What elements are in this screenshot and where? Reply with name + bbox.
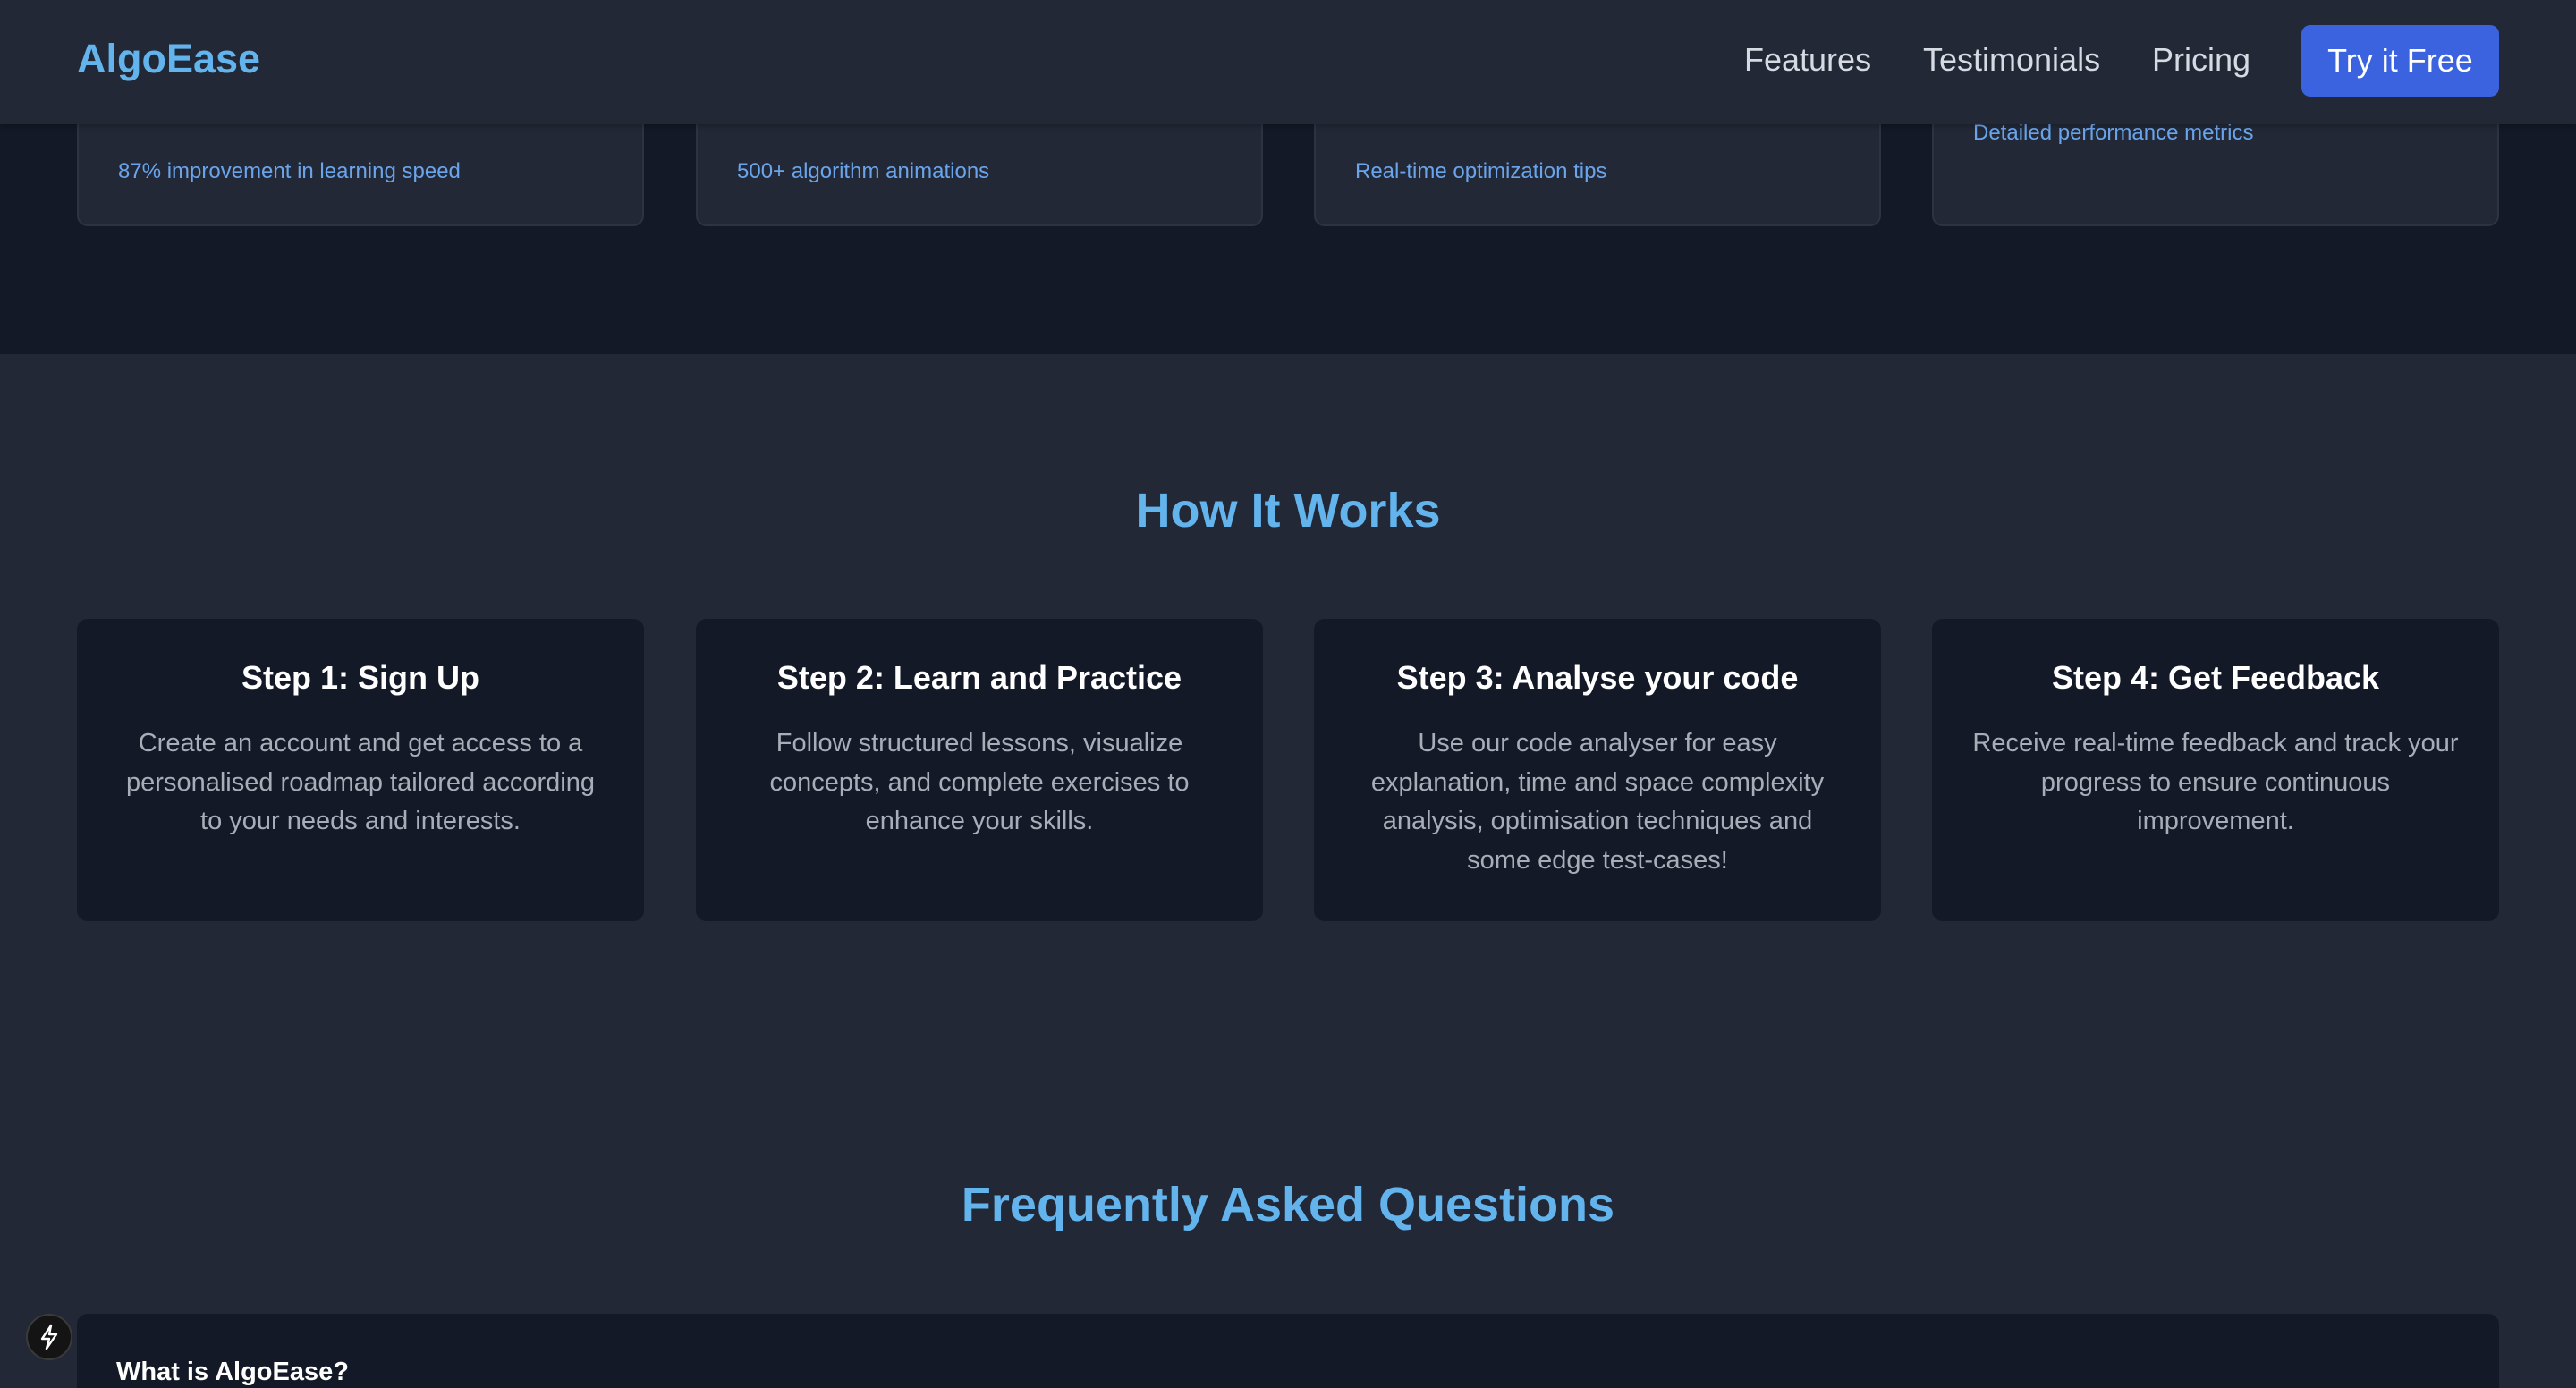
brand-logo[interactable]: AlgoEase: [77, 36, 260, 82]
step-title: Step 3: Analyse your code: [1396, 659, 1799, 696]
how-it-works-title: How It Works: [1135, 484, 1441, 537]
try-it-free-button[interactable]: Try it Free: [2301, 25, 2499, 97]
step-card: Step 2: Learn and Practice Follow struct…: [696, 619, 1263, 921]
step-card: Step 3: Analyse your code Use our code a…: [1314, 619, 1881, 921]
step-description: Create an account and get access to a pe…: [126, 729, 595, 836]
feature-stat: 500+ algorithm animations: [737, 159, 990, 183]
step-card: Step 1: Sign Up Create an account and ge…: [77, 619, 644, 921]
step-card: Step 4: Get Feedback Receive real-time f…: [1932, 619, 2499, 921]
nav-link-testimonials[interactable]: Testimonials: [1923, 41, 2100, 79]
step-title: Step 4: Get Feedback: [2051, 659, 2380, 696]
feature-stat: Detailed performance metrics: [1973, 121, 2254, 145]
step-description: Receive real-time feedback and track you…: [1972, 729, 2459, 836]
step-title: Step 2: Learn and Practice: [776, 659, 1182, 696]
navbar: AlgoEase Features Testimonials Pricing T…: [0, 0, 2576, 124]
step-title: Step 1: Sign Up: [241, 659, 479, 696]
lightning-bolt-icon: [40, 1324, 58, 1350]
nav-link-features[interactable]: Features: [1744, 41, 1871, 79]
step-description: Follow structured lessons, visualize con…: [769, 729, 1190, 836]
nav-link-pricing[interactable]: Pricing: [2152, 41, 2250, 79]
lightning-bolt-button[interactable]: [26, 1314, 72, 1360]
feature-stat: 87% improvement in learning speed: [118, 159, 461, 183]
faq-title: Frequently Asked Questions: [961, 1178, 1615, 1231]
feature-stat: Real-time optimization tips: [1355, 159, 1607, 183]
faq-question: What is AlgoEase?: [116, 1358, 349, 1386]
step-description: Use our code analyser for easy explanati…: [1370, 729, 1825, 875]
faq-item[interactable]: What is AlgoEase?: [77, 1314, 2499, 1388]
